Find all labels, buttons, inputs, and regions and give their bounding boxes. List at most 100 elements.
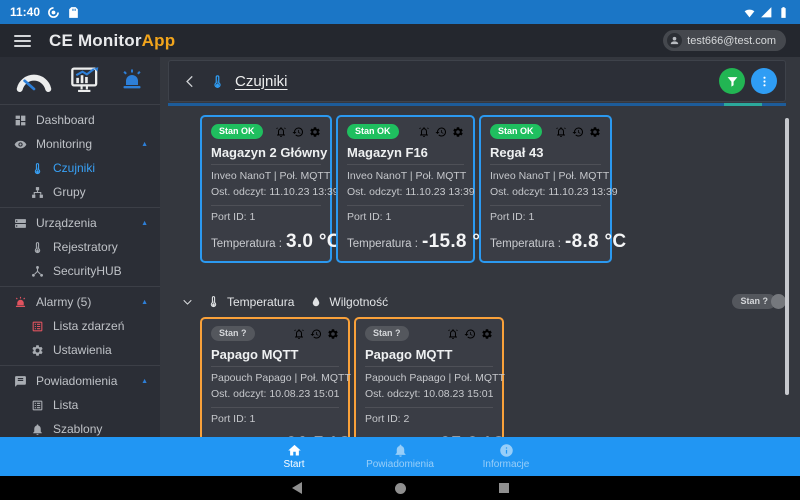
chevron-up-icon[interactable]: ▲	[141, 220, 148, 227]
app-title-accent: App	[142, 31, 176, 50]
scrollbar-thumb[interactable]	[724, 103, 762, 106]
sidebar-item-label: Alarmy (5)	[36, 295, 91, 309]
chart-monitor-icon[interactable]	[71, 67, 101, 94]
bottomnav-label: Informacje	[483, 459, 530, 470]
more-options-button[interactable]	[751, 68, 777, 94]
chevron-down-icon[interactable]	[182, 296, 193, 307]
alarm-icon[interactable]	[555, 126, 567, 138]
main-content: Czujniki Stan OK	[160, 57, 800, 437]
divider	[365, 407, 493, 408]
sidebar-item-czujniki[interactable]: Czujniki	[0, 156, 160, 180]
bottom-navigation: Start Powiadomienia Informacje	[0, 437, 800, 476]
message-icon	[14, 375, 27, 388]
app-screen: 11:40 CE MonitorApp test666@test.com	[0, 0, 800, 500]
sensor-device: Papouch Papago | Poł. MQTT	[365, 371, 493, 387]
back-icon[interactable]	[177, 74, 204, 89]
bottomnav-powiadomienia[interactable]: Powiadomienia	[347, 443, 453, 470]
app-bar: CE MonitorApp test666@test.com	[0, 24, 800, 57]
alarm-icon[interactable]	[293, 328, 305, 340]
sensor-last-read: Ost. odczyt: 10.08.23 15:01	[211, 387, 339, 403]
alarm-icon[interactable]	[275, 126, 287, 138]
history-icon[interactable]	[310, 328, 322, 340]
home-icon	[287, 443, 302, 458]
android-home-button[interactable]	[395, 483, 406, 494]
history-icon[interactable]	[572, 126, 584, 138]
android-navigation-bar	[0, 476, 800, 500]
sensor-device: Inveo NanoT | Poł. MQTT	[211, 169, 321, 185]
android-back-button[interactable]	[292, 482, 302, 494]
sensor-card[interactable]: Stan OK Magazyn 2 Główny Inveo NanoT | P…	[200, 115, 332, 263]
sensor-card[interactable]: Stan OK Magazyn F16 Inveo NanoT | Poł. M…	[336, 115, 475, 263]
settings-icon[interactable]	[309, 126, 321, 138]
android-recents-button[interactable]	[499, 483, 509, 493]
divider	[365, 366, 493, 367]
sidebar-item-ustawienia[interactable]: Ustawienia	[0, 338, 160, 362]
sidebar-item-lista[interactable]: Lista	[0, 393, 160, 417]
history-icon[interactable]	[435, 126, 447, 138]
divider	[0, 104, 160, 105]
sensor-card[interactable]: Stan ? Papago MQTT Papouch Papago | Poł.…	[354, 317, 504, 437]
status-badge: Stan OK	[347, 124, 399, 139]
settings-icon[interactable]	[481, 328, 493, 340]
divider	[211, 407, 339, 408]
sidebar-item-monitoring[interactable]: Monitoring ▲	[0, 132, 160, 156]
tab-wilgotnosc[interactable]: Wilgotność	[329, 295, 388, 309]
info-icon	[499, 443, 514, 458]
siren-icon[interactable]	[120, 68, 144, 92]
dashboard-icon	[14, 114, 27, 127]
sidebar-item-rejestratory[interactable]: Rejestratory	[0, 235, 160, 259]
status-count-circle[interactable]	[771, 294, 786, 309]
sensor-port: Port ID: 1	[211, 210, 321, 226]
status-badge: Stan ?	[732, 294, 776, 309]
app-title-main: CE Monitor	[49, 31, 142, 50]
vertical-scrollbar[interactable]	[785, 118, 789, 395]
history-icon[interactable]	[292, 126, 304, 138]
chevron-up-icon[interactable]: ▲	[141, 141, 148, 148]
alarm-icon[interactable]	[418, 126, 430, 138]
sidebar-item-label: Czujniki	[53, 161, 95, 175]
measure-label: Temperatura :	[211, 238, 282, 250]
sensor-device: Inveo NanoT | Poł. MQTT	[490, 169, 601, 185]
chevron-up-icon[interactable]: ▲	[141, 299, 148, 306]
sidebar-item-powiadomienia[interactable]: Powiadomienia ▲	[0, 369, 160, 393]
sidebar-item-szablony[interactable]: Szablony	[0, 417, 160, 437]
sidebar-item-dashboard[interactable]: Dashboard	[0, 108, 160, 132]
divider	[0, 365, 160, 366]
bottomnav-label: Start	[283, 459, 304, 470]
sidebar-item-urzadzenia[interactable]: Urządzenia ▲	[0, 211, 160, 235]
sensor-name: Papago MQTT	[365, 347, 493, 362]
sidebar-item-label: Ustawienia	[53, 343, 112, 357]
divider	[211, 205, 321, 206]
settings-icon[interactable]	[589, 126, 601, 138]
menu-hamburger-icon[interactable]	[14, 35, 31, 47]
settings-icon[interactable]	[452, 126, 464, 138]
sidebar-item-label: SecurityHUB	[53, 264, 122, 278]
sidebar-item-lista-zdarzen[interactable]: Lista zdarzeń	[0, 314, 160, 338]
history-icon[interactable]	[464, 328, 476, 340]
thermometer-icon	[210, 74, 225, 89]
account-chip[interactable]: test666@test.com	[663, 30, 786, 51]
bottomnav-informacje[interactable]: Informacje	[453, 443, 559, 470]
tab-temperatura[interactable]: Temperatura	[227, 295, 294, 309]
chevron-up-icon[interactable]: ▲	[141, 378, 148, 385]
sensor-card[interactable]: Stan ? Papago MQTT Papouch Papago | Poł.…	[200, 317, 350, 437]
gauge-icon[interactable]	[16, 68, 52, 92]
sidebar-item-alarmy[interactable]: Alarmy (5) ▲	[0, 290, 160, 314]
horizontal-scrollbar[interactable]	[168, 103, 786, 106]
sidebar-item-grupy[interactable]: Grupy	[0, 180, 160, 204]
settings-icon[interactable]	[327, 328, 339, 340]
droplet-icon	[310, 296, 322, 308]
sidebar-item-securityhub[interactable]: SecurityHUB	[0, 259, 160, 283]
divider	[347, 205, 464, 206]
sensor-row-unknown: Stan ? Papago MQTT Papouch Papago | Poł.…	[200, 317, 800, 437]
alarm-icon[interactable]	[447, 328, 459, 340]
notification-app-icon	[47, 6, 60, 19]
devices-icon	[14, 217, 27, 230]
temperature-value: 3.0 °C	[286, 231, 341, 253]
sidebar-item-label: Dashboard	[36, 113, 95, 127]
sensor-card[interactable]: Stan OK Regał 43 Inveo NanoT | Poł. MQTT…	[479, 115, 612, 263]
bottomnav-start[interactable]: Start	[241, 443, 347, 470]
sidebar-item-label: Monitoring	[36, 137, 92, 151]
event-list-icon	[31, 320, 44, 333]
filter-button[interactable]	[719, 68, 745, 94]
